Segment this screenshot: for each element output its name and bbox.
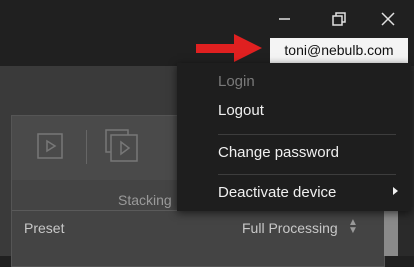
toolbar-separator: [86, 130, 87, 164]
menu-item-deactivate-device[interactable]: Deactivate device: [218, 184, 336, 201]
batch-play-icon: [105, 129, 138, 162]
scrollbar[interactable]: [384, 210, 398, 256]
play-icon: [37, 133, 63, 159]
restore-button[interactable]: [325, 8, 351, 30]
account-email-button[interactable]: toni@nebulb.com: [270, 38, 408, 63]
menu-item-login: Login: [218, 73, 255, 90]
play-button[interactable]: [36, 132, 64, 165]
submenu-arrow-icon: [393, 187, 398, 195]
menu-separator: [218, 174, 396, 175]
section-title: Stacking: [118, 192, 172, 208]
preset-select[interactable]: Full Processing: [242, 220, 338, 236]
account-menu: Login Logout Change password Deactivate …: [177, 63, 411, 211]
close-button[interactable]: [375, 8, 401, 30]
menu-item-change-password[interactable]: Change password: [218, 144, 339, 161]
minimize-icon: [279, 18, 290, 20]
preset-label: Preset: [24, 220, 65, 236]
menu-item-logout[interactable]: Logout: [218, 102, 264, 119]
annotation-arrow: [196, 34, 266, 62]
minimize-button[interactable]: [271, 8, 297, 30]
restore-icon: [332, 12, 346, 26]
menu-separator: [218, 134, 396, 135]
batch-play-button[interactable]: [104, 128, 140, 171]
select-caret-icon: ▲ ▼: [348, 217, 358, 236]
close-icon: [381, 12, 395, 26]
